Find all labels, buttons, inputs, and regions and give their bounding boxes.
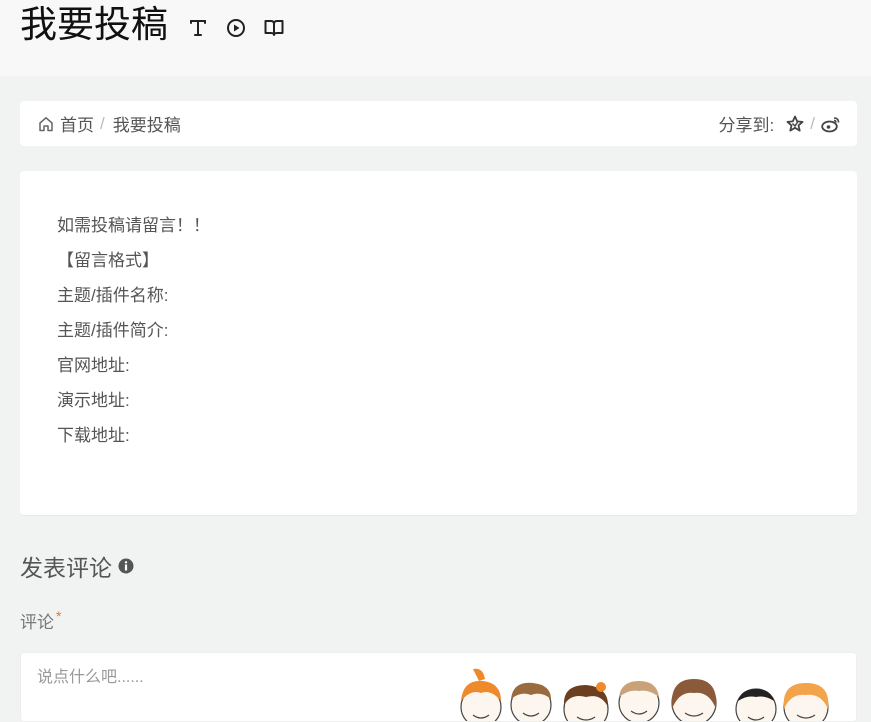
text-icon[interactable]	[185, 14, 211, 42]
comment-field-label: 评论 *	[20, 608, 61, 633]
breadcrumb-home-link[interactable]: 首页	[38, 111, 94, 136]
title-tools	[185, 14, 287, 42]
play-circle-icon[interactable]	[223, 14, 249, 42]
content-line: 演示地址:	[57, 391, 130, 410]
breadcrumb-home-label: 首页	[60, 116, 94, 135]
content-line: 如需投稿请留言！！	[57, 216, 210, 235]
breadcrumb-current: 我要投稿	[112, 116, 181, 135]
share-separator: /	[810, 113, 815, 133]
share-bar: 分享到: /	[719, 101, 841, 146]
page-header: 我要投稿	[0, 0, 871, 76]
required-mark: *	[56, 608, 62, 624]
content-line: 【留言格式】	[57, 251, 159, 270]
content-line: 下载地址:	[57, 426, 130, 445]
comment-heading-text: 发表评论	[20, 555, 112, 581]
page-title: 我要投稿	[20, 4, 168, 45]
content-line: 主题/插件名称:	[57, 286, 169, 305]
content-line: 主题/插件简介:	[57, 321, 169, 340]
comment-label-text: 评论	[20, 613, 54, 632]
post-content-card: 如需投稿请留言！！ 【留言格式】 主题/插件名称: 主题/插件简介: 官网地址:…	[20, 171, 857, 516]
breadcrumb: 首页 / 我要投稿	[38, 101, 181, 146]
content-line: 官网地址:	[57, 356, 130, 375]
breadcrumb-bar: 首页 / 我要投稿 分享到: /	[20, 101, 857, 146]
comment-textarea[interactable]	[21, 653, 856, 721]
comment-section-heading: 发表评论	[20, 549, 134, 583]
book-icon[interactable]	[261, 14, 287, 42]
info-icon[interactable]	[118, 558, 134, 574]
share-label: 分享到:	[718, 116, 775, 135]
home-icon	[39, 116, 53, 131]
breadcrumb-separator: /	[100, 113, 105, 133]
post-content: 如需投稿请留言！！ 【留言格式】 主题/插件名称: 主题/插件简介: 官网地址:…	[57, 208, 210, 453]
star-icon[interactable]	[786, 115, 804, 133]
weibo-icon[interactable]	[821, 115, 841, 133]
